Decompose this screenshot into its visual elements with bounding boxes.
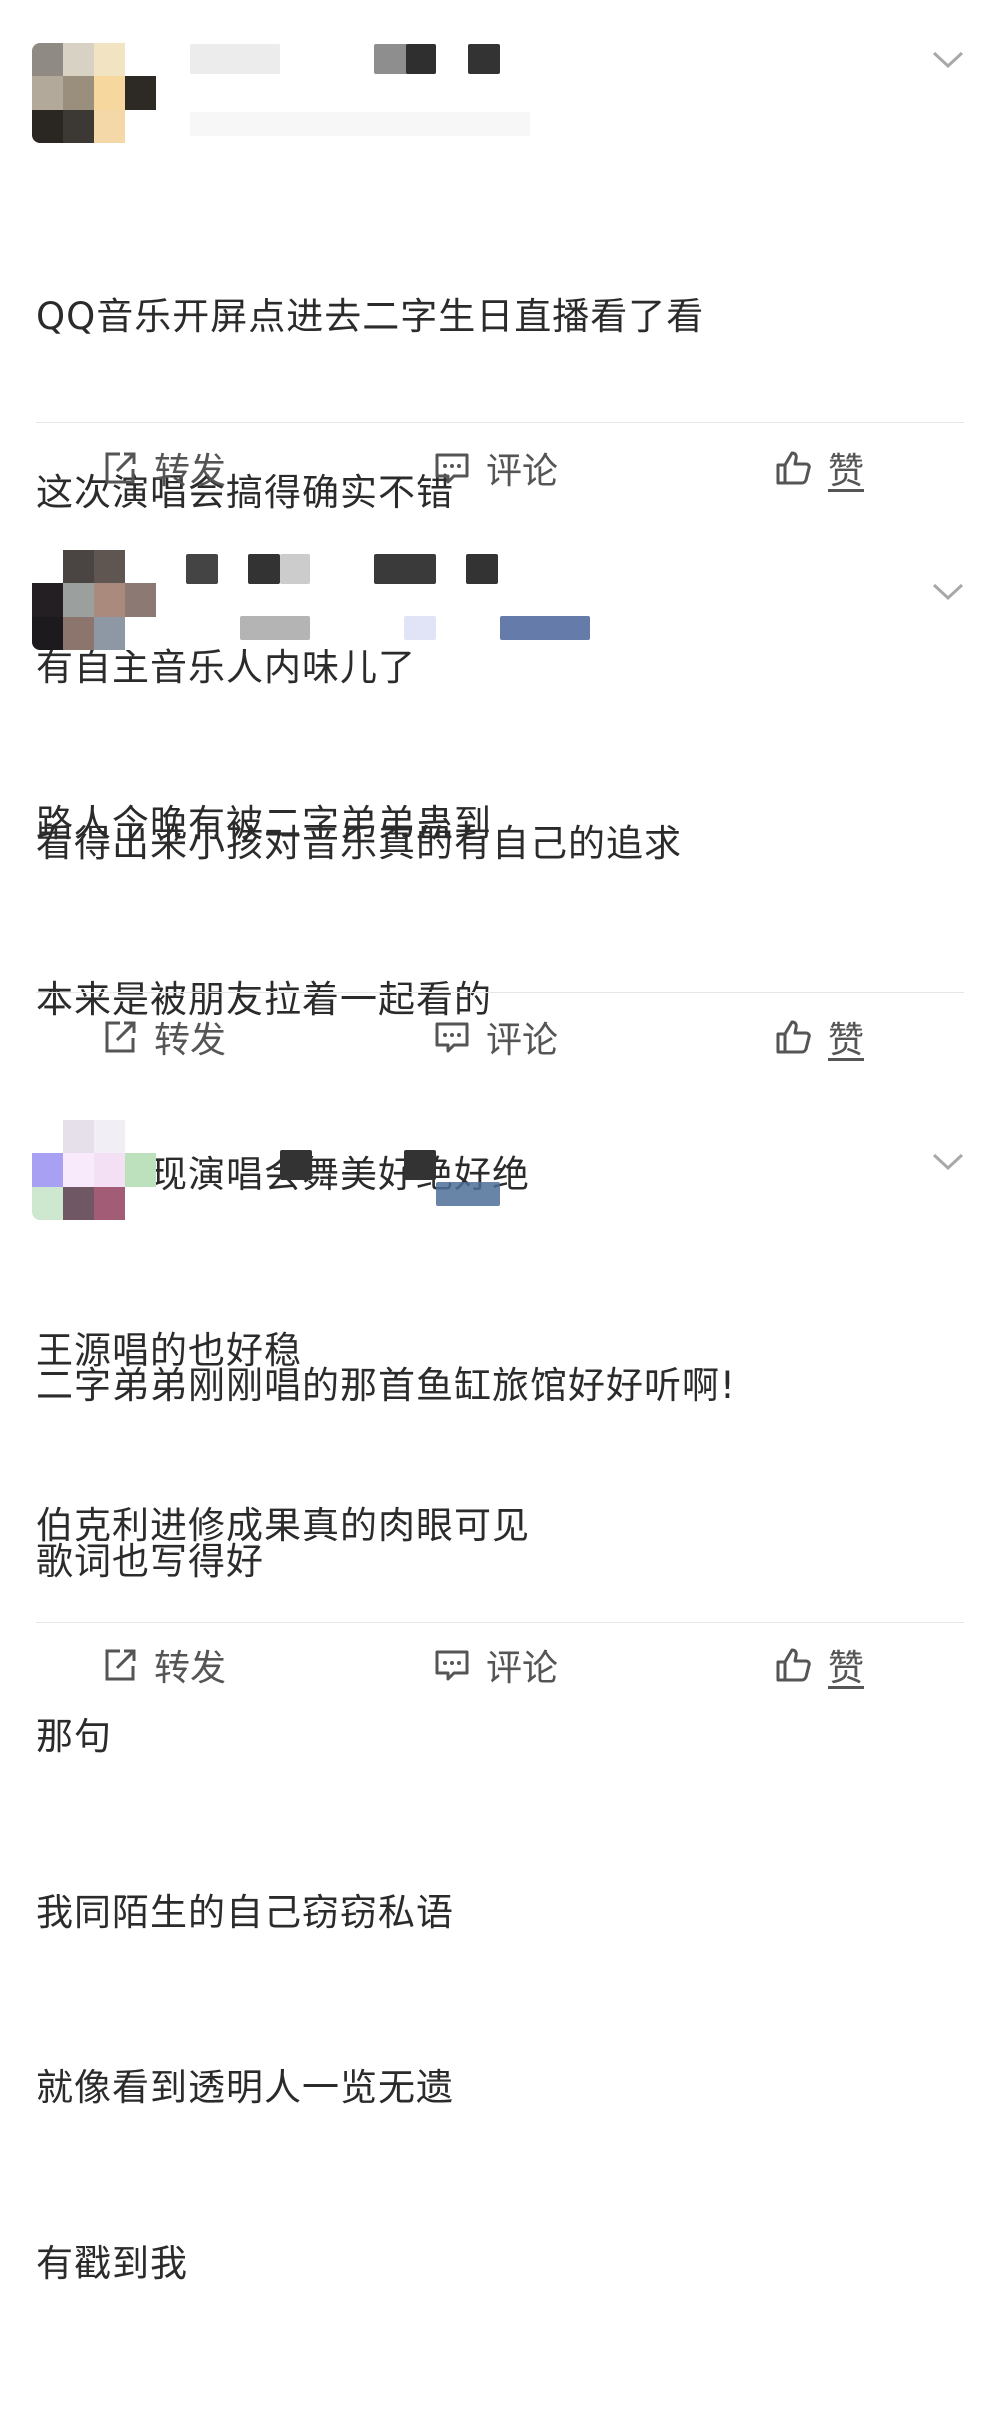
post-line: 有戳到我 <box>36 2241 188 2285</box>
username-blurred[interactable] <box>190 44 280 74</box>
post-card: 路人今晚有被二字弟弟蛊到 本来是被朋友拉着一起看的 结果发现演唱会舞美好绝好绝 … <box>0 530 1000 1547</box>
post-line: 歌词也写得好 <box>36 1539 264 1583</box>
like-button[interactable]: 赞 <box>774 1007 864 1067</box>
comment-button[interactable]: 评论 <box>432 1635 558 1695</box>
share-box-icon <box>105 452 136 484</box>
post-line: 就像看到透明人一览无遗 <box>36 2066 454 2109</box>
avatar[interactable] <box>32 1120 156 1220</box>
post-meta-blurred <box>404 616 436 640</box>
action-bar: 转发 评论 赞 <box>0 1007 1000 1067</box>
post-meta-blurred <box>240 616 310 640</box>
avatar[interactable] <box>32 43 156 143</box>
like-label: 赞 <box>828 1020 865 1061</box>
thumbs-up-icon <box>776 451 811 485</box>
chevron-down-icon[interactable] <box>928 40 968 80</box>
chevron-down-icon[interactable] <box>928 572 968 612</box>
like-label: 赞 <box>828 1648 865 1689</box>
divider <box>36 1622 964 1623</box>
repost-label: 转发 <box>154 451 227 492</box>
username-blurred[interactable] <box>466 554 498 584</box>
username-blurred[interactable] <box>404 1150 436 1180</box>
post-meta-blurred <box>190 112 530 136</box>
thumbs-up-icon <box>776 1648 811 1682</box>
like-button[interactable]: 赞 <box>774 438 864 498</box>
post-line: 路人今晚有被二字弟弟蛊到 <box>36 802 492 845</box>
username-blurred[interactable] <box>280 554 310 584</box>
post-meta-blurred <box>500 616 590 640</box>
comment-label: 评论 <box>486 1648 559 1689</box>
username-blurred[interactable] <box>248 554 280 584</box>
avatar[interactable] <box>32 550 156 650</box>
repost-button[interactable]: 转发 <box>100 1007 226 1067</box>
post-line: 那句 <box>36 1715 112 1758</box>
action-bar: 转发 评论 赞 <box>0 1635 1000 1695</box>
repost-button[interactable]: 转发 <box>100 1635 226 1695</box>
comment-bubble-icon <box>435 1650 469 1681</box>
post-body: 二字弟弟刚刚唱的那首鱼缸旅馆好好听啊! 歌词也写得好 那句 我同陌生的自己窃窃私… <box>36 1240 736 2410</box>
comment-bubble-icon <box>435 453 469 484</box>
share-box-icon <box>105 1021 136 1053</box>
post-card: QQ音乐开屏点进去二字生日直播看了看 这次演唱会搞得确实不错 有自主音乐人内味儿… <box>0 0 1000 865</box>
username-blurred[interactable] <box>468 44 500 74</box>
post-meta-blurred <box>436 1182 500 1206</box>
username-blurred[interactable] <box>406 44 436 74</box>
post-card: 二字弟弟刚刚唱的那首鱼缸旅馆好好听啊! 歌词也写得好 那句 我同陌生的自己窃窃私… <box>0 1100 1000 2285</box>
post-line: QQ音乐开屏点进去二字生日直播看了看 <box>36 295 705 338</box>
username-blurred[interactable] <box>186 554 218 584</box>
comment-button[interactable]: 评论 <box>432 1007 558 1067</box>
repost-label: 转发 <box>154 1648 227 1689</box>
share-box-icon <box>105 1649 136 1681</box>
comment-label: 评论 <box>486 451 559 492</box>
divider <box>36 422 964 423</box>
comment-label: 评论 <box>486 1020 559 1061</box>
repost-button[interactable]: 转发 <box>100 438 226 498</box>
like-label: 赞 <box>828 451 865 492</box>
comment-button[interactable]: 评论 <box>432 438 558 498</box>
repost-label: 转发 <box>154 1020 227 1061</box>
comment-bubble-icon <box>435 1022 469 1053</box>
post-line: 我同陌生的自己窃窃私语 <box>36 1890 454 1934</box>
like-button[interactable]: 赞 <box>774 1635 864 1695</box>
chevron-down-icon[interactable] <box>928 1142 968 1182</box>
username-blurred[interactable] <box>374 554 436 584</box>
action-bar: 转发 评论 赞 <box>0 438 1000 498</box>
username-blurred[interactable] <box>280 1150 312 1180</box>
post-line: 二字弟弟刚刚唱的那首鱼缸旅馆好好听啊! <box>36 1364 736 1407</box>
divider <box>36 992 964 993</box>
thumbs-up-icon <box>776 1020 811 1054</box>
